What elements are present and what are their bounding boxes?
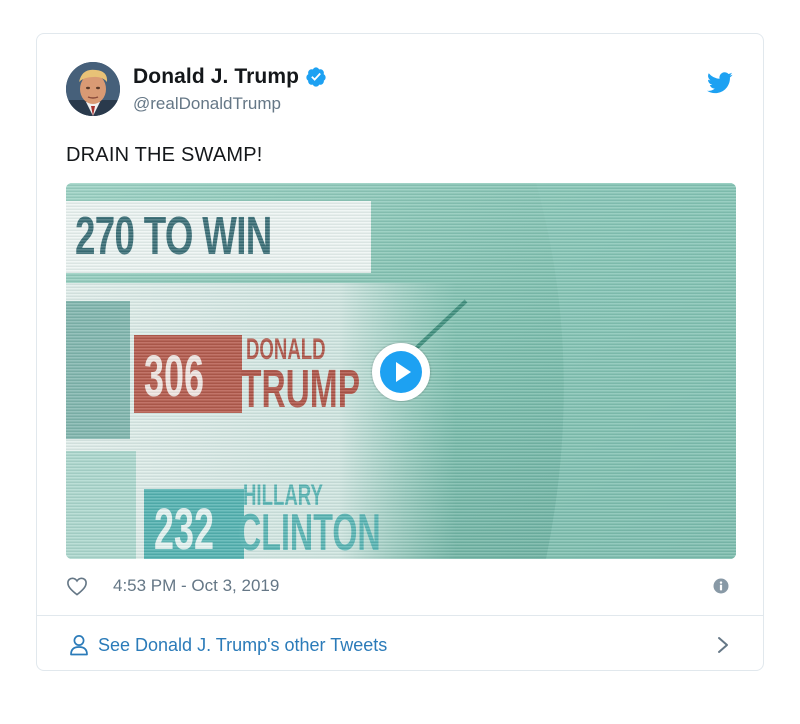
video-clinton-last-name: CLINTON <box>238 504 381 559</box>
tweet-header: Donald J. Trump @realDonaldTrump <box>66 61 735 117</box>
verified-badge-icon <box>306 67 326 87</box>
video-trump-last-name: TRUMP <box>241 359 361 419</box>
tweet-meta: 4:53 PM - Oct 3, 2019 <box>66 572 735 600</box>
see-other-tweets-label[interactable]: See Donald J. Trump's other Tweets <box>98 635 387 656</box>
video-clinton-votes: 232 <box>154 497 215 559</box>
tweet-timestamp[interactable]: 4:53 PM - Oct 3, 2019 <box>113 576 279 596</box>
footer-divider <box>37 615 763 616</box>
author-display-name[interactable]: Donald J. Trump <box>133 65 299 89</box>
avatar[interactable] <box>66 62 120 116</box>
play-icon <box>396 362 411 382</box>
play-button[interactable] <box>372 343 430 401</box>
person-icon <box>70 635 88 656</box>
avatar-image <box>66 62 120 116</box>
video-player[interactable]: 270 TO WIN 306 DONALD TRUMP 232 HILLARY … <box>66 183 736 559</box>
twitter-bird-icon[interactable] <box>707 72 733 94</box>
heart-icon[interactable] <box>66 576 88 596</box>
tweet-text: DRAIN THE SWAMP! <box>66 144 263 166</box>
see-other-tweets-link[interactable]: See Donald J. Trump's other Tweets <box>66 630 735 660</box>
video-headline: 270 TO WIN <box>75 206 272 266</box>
author-names: Donald J. Trump @realDonaldTrump <box>133 65 327 114</box>
chevron-right-icon[interactable] <box>717 636 729 654</box>
info-icon[interactable] <box>713 578 729 594</box>
embedded-tweet-card: Donald J. Trump @realDonaldTrump DRAIN T… <box>36 33 764 671</box>
video-trump-votes: 306 <box>144 344 205 409</box>
author-handle[interactable]: @realDonaldTrump <box>133 94 327 114</box>
